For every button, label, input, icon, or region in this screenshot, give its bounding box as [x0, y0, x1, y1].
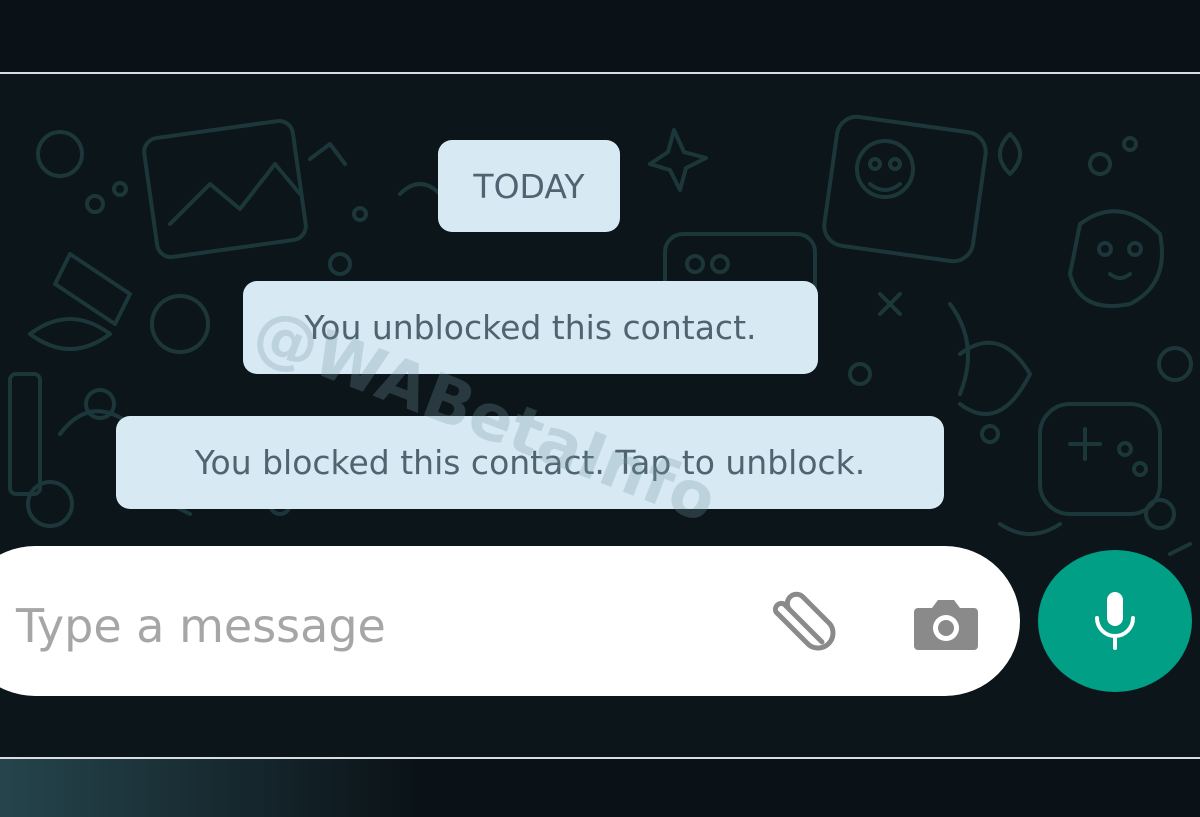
microphone-icon [1095, 592, 1135, 650]
paperclip-icon[interactable] [760, 590, 840, 658]
date-separator: TODAY [438, 140, 620, 232]
bottom-glow [0, 759, 420, 817]
top-bar [0, 0, 1200, 72]
message-input[interactable]: Type a message [16, 596, 386, 656]
system-message-blocked[interactable]: You blocked this contact. Tap to unblock… [116, 416, 944, 509]
camera-icon[interactable] [910, 594, 982, 654]
bottom-bar [0, 759, 1200, 817]
voice-message-button[interactable] [1038, 550, 1192, 692]
whatsapp-chat-screen: TODAY You unblocked this contact. You bl… [0, 0, 1200, 817]
system-message-unblocked: You unblocked this contact. [243, 281, 818, 374]
